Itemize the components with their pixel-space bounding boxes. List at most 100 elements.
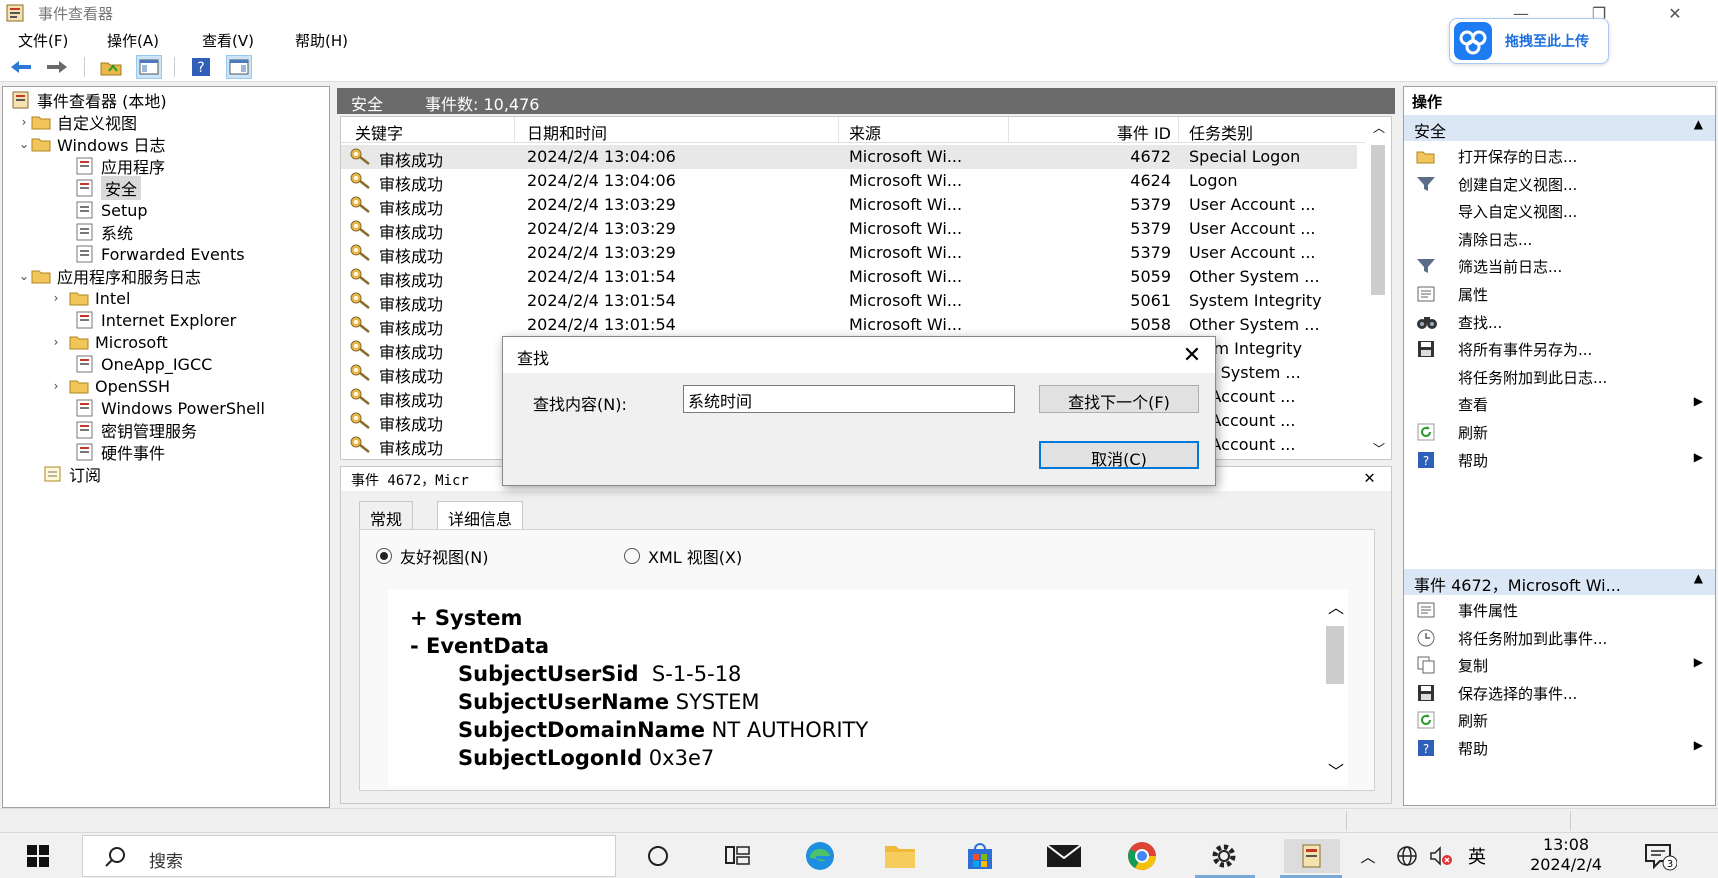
action-item[interactable]: 刷新 — [1404, 419, 1715, 445]
tree-item-oneapp-igcc[interactable]: OneApp_IGCC — [75, 353, 212, 375]
tree-item-hardware-events[interactable]: 硬件事件 — [75, 441, 165, 463]
tree-item-microsoft[interactable]: › Microsoft — [49, 331, 168, 353]
table-row[interactable]: 审核成功 2024/2/4 13:01:54 Microsoft Wi... 5061… — [341, 289, 1357, 314]
tree-custom-views[interactable]: › 自定义视图 — [17, 111, 137, 133]
scroll-up-icon[interactable]: ︿ — [1328, 594, 1344, 618]
list-scrollbar[interactable]: ︿ ﹀ — [1367, 117, 1391, 459]
tree-item-openssh[interactable]: › OpenSSH — [49, 375, 170, 397]
action-item[interactable]: 筛选当前日志... — [1404, 253, 1715, 279]
tree-root[interactable]: 事件查看器 (本地) — [11, 89, 167, 111]
table-row[interactable]: 审核成功 2024/2/4 13:01:54 Microsoft Wi... 5059… — [341, 265, 1357, 290]
eventdata-node[interactable]: - EventData — [410, 634, 549, 658]
store-icon[interactable] — [960, 839, 1000, 873]
column-task-category[interactable]: 任务类别 — [1189, 120, 1253, 143]
collapse-icon[interactable]: ⌄ — [17, 137, 31, 151]
action-item[interactable]: 查找... — [1404, 309, 1715, 335]
action-item[interactable]: 打开保存的日志... — [1404, 143, 1715, 169]
tree-item-security[interactable]: 安全 — [75, 176, 142, 200]
mail-icon[interactable] — [1044, 839, 1084, 873]
show-hidden-icons-chevron-icon[interactable]: ︿ — [1350, 839, 1386, 873]
close-window-button[interactable]: ✕ — [1652, 0, 1698, 26]
scroll-thumb[interactable] — [1371, 145, 1385, 295]
table-row[interactable]: 审核成功 2024/2/4 13:03:29 Microsoft Wi... 5379… — [341, 193, 1357, 218]
table-row[interactable]: 审核成功 2024/2/4 13:03:29 Microsoft Wi... 5379… — [341, 217, 1357, 242]
scroll-thumb[interactable] — [1326, 626, 1344, 684]
actions-section-security[interactable]: 安全 ▲ — [1404, 115, 1715, 141]
action-item[interactable]: 清除日志... — [1404, 226, 1715, 252]
column-datetime[interactable]: 日期和时间 — [527, 120, 607, 143]
cortana-icon[interactable] — [638, 839, 678, 873]
find-input[interactable]: 系统时间 — [683, 385, 1015, 413]
tree-item-internet-explorer[interactable]: Internet Explorer — [75, 309, 236, 331]
column-keyword[interactable]: 关键字 — [355, 120, 403, 143]
action-item[interactable]: 导入自定义视图... — [1404, 198, 1715, 224]
action-item[interactable]: ? 帮助 ▶ — [1404, 447, 1715, 473]
table-row[interactable]: 审核成功 2024/2/4 13:04:06 Microsoft Wi... 4624… — [341, 169, 1357, 194]
show-hide-tree-icon[interactable] — [136, 55, 162, 79]
cloud-upload-widget[interactable]: 拖拽至此上传 — [1449, 18, 1609, 64]
menu-file[interactable]: 文件(F) — [18, 30, 68, 51]
action-item[interactable]: 复制 ▶ — [1404, 652, 1715, 678]
expand-icon[interactable]: › — [49, 335, 63, 349]
action-item[interactable]: 属性 — [1404, 281, 1715, 307]
table-row[interactable]: 审核成功 2024/2/4 13:01:54 Microsoft Wi... 5058… — [341, 313, 1357, 338]
collapse-section-icon[interactable]: ▲ — [1694, 117, 1703, 131]
tab-details[interactable]: 详细信息 — [437, 501, 524, 529]
action-item[interactable]: 刷新 — [1404, 707, 1715, 733]
start-windows-icon[interactable] — [18, 839, 58, 873]
ime-indicator[interactable]: 英 — [1460, 839, 1494, 873]
table-row[interactable]: 审核成功 2024/2/4 13:04:06 Microsoft Wi... 4672… — [341, 145, 1357, 170]
action-item[interactable]: 将任务附加到此事件... — [1404, 625, 1715, 651]
show-hide-action-pane-icon[interactable] — [226, 55, 252, 79]
tree-windows-logs[interactable]: ⌄ Windows 日志 — [17, 133, 166, 155]
help-icon[interactable]: ? — [188, 55, 214, 79]
tree-item-setup[interactable]: Setup — [75, 199, 148, 221]
tab-general[interactable]: 常规 — [359, 501, 414, 529]
tree-subscriptions[interactable]: 订阅 — [43, 463, 101, 485]
find-next-button[interactable]: 查找下一个(F) — [1039, 385, 1199, 413]
expand-icon[interactable]: › — [17, 115, 31, 129]
dialog-close-button[interactable]: ✕ — [1179, 343, 1205, 368]
expand-icon[interactable]: › — [49, 379, 63, 393]
network-globe-icon[interactable] — [1390, 839, 1424, 873]
details-scrollbar[interactable]: ︿ ﹀ — [1324, 590, 1348, 786]
scroll-down-icon[interactable]: ﹀ — [1373, 440, 1385, 457]
system-node[interactable]: + System — [410, 606, 522, 630]
tree-item-intel[interactable]: › Intel — [49, 287, 131, 309]
task-view-icon[interactable] — [718, 839, 758, 873]
volume-muted-icon[interactable] — [1424, 839, 1458, 873]
back-icon[interactable] — [8, 55, 34, 79]
collapse-icon[interactable]: ⌄ — [17, 269, 31, 283]
chrome-icon[interactable] — [1122, 839, 1162, 873]
edge-browser-icon[interactable] — [800, 839, 840, 873]
tree-app-services-logs[interactable]: ⌄ 应用程序和服务日志 — [17, 265, 201, 287]
friendly-view-radio[interactable]: 友好视图(N) — [376, 544, 488, 568]
scroll-up-icon[interactable]: ︿ — [1373, 119, 1385, 136]
actions-section-event[interactable]: 事件 4672，Microsoft Wi... ▲ — [1404, 569, 1715, 595]
cancel-button[interactable]: 取消(C) — [1039, 441, 1199, 469]
close-details-icon[interactable]: ✕ — [1364, 467, 1375, 488]
column-source[interactable]: 来源 — [849, 120, 881, 143]
forward-icon[interactable] — [44, 55, 70, 79]
settings-gear-icon[interactable] — [1204, 839, 1244, 873]
action-item[interactable]: 创建自定义视图... — [1404, 171, 1715, 197]
event-viewer-taskbar-icon[interactable] — [1284, 839, 1340, 873]
notification-center-icon[interactable]: 3 — [1640, 839, 1680, 873]
menu-action[interactable]: 操作(A) — [107, 30, 159, 51]
column-event-id[interactable]: 事件 ID — [1101, 120, 1171, 143]
action-item[interactable]: 将所有事件另存为... — [1404, 336, 1715, 362]
scroll-down-icon[interactable]: ﹀ — [1328, 758, 1344, 782]
action-item[interactable]: 将任务附加到此日志... — [1404, 364, 1715, 390]
taskbar-search-box[interactable]: 搜索 — [82, 835, 616, 877]
file-explorer-icon[interactable] — [880, 839, 920, 873]
menu-view[interactable]: 查看(V) — [202, 30, 254, 51]
menu-help[interactable]: 帮助(H) — [295, 30, 348, 51]
tree-item-application[interactable]: 应用程序 — [75, 155, 165, 177]
tree-item-system[interactable]: 系统 — [75, 221, 133, 243]
table-row[interactable]: 审核成功 2024/2/4 13:03:29 Microsoft Wi... 5379… — [341, 241, 1357, 266]
tree-item-forwarded-events[interactable]: Forwarded Events — [75, 243, 245, 265]
action-item[interactable]: 查看 ▶ — [1404, 391, 1715, 417]
tree-item-windows-powershell[interactable]: Windows PowerShell — [75, 397, 265, 419]
collapse-section-icon[interactable]: ▲ — [1694, 571, 1703, 585]
action-item[interactable]: ? 帮助 ▶ — [1404, 735, 1715, 761]
